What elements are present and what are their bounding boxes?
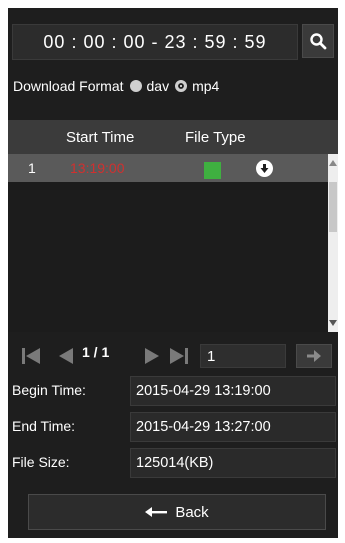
file-type-indicator bbox=[204, 162, 221, 179]
file-list: 1 13:19:00 bbox=[8, 154, 328, 332]
scroll-thumb[interactable] bbox=[329, 182, 337, 232]
end-time-label: End Time: bbox=[12, 418, 76, 434]
time-range-field[interactable]: 00 : 00 : 00 - 23 : 59 : 59 bbox=[12, 24, 298, 60]
dav-label: dav bbox=[146, 78, 170, 94]
file-table-header: Start Time File Type bbox=[8, 120, 338, 154]
first-page-icon[interactable] bbox=[20, 347, 42, 365]
row-start-time: 13:19:00 bbox=[70, 160, 125, 176]
last-page-icon[interactable] bbox=[168, 347, 190, 365]
back-button-label: Back bbox=[175, 503, 209, 521]
pagination: 1 / 1 1 bbox=[8, 338, 338, 372]
page-indicator: 1 / 1 bbox=[82, 344, 110, 360]
time-range-text: 00 : 00 : 00 - 23 : 59 : 59 bbox=[43, 31, 267, 52]
start-time-column-header: Start Time bbox=[66, 128, 135, 146]
list-scrollbar[interactable] bbox=[328, 154, 338, 332]
download-format-label: Download Format bbox=[13, 78, 124, 94]
begin-time-label: Begin Time: bbox=[12, 382, 86, 398]
row-index: 1 bbox=[28, 160, 36, 176]
download-format-row: Download Format dav mp4 bbox=[13, 76, 219, 96]
search-button[interactable] bbox=[302, 24, 334, 58]
page-number-input[interactable]: 1 bbox=[200, 344, 286, 368]
mp4-label: mp4 bbox=[192, 78, 220, 94]
mp4-radio[interactable] bbox=[175, 80, 188, 92]
playback-download-panel: 00 : 00 : 00 - 23 : 59 : 59 Download For… bbox=[8, 8, 338, 538]
go-to-page-button[interactable] bbox=[296, 344, 332, 368]
download-icon[interactable] bbox=[256, 160, 273, 177]
dav-radio[interactable] bbox=[129, 80, 142, 92]
scroll-down-arrow-icon[interactable] bbox=[329, 318, 337, 328]
begin-time-value: 2015-04-29 13:19:00 bbox=[130, 376, 336, 406]
back-button[interactable]: Back bbox=[28, 494, 326, 530]
end-time-row: End Time: 2015-04-29 13:27:00 bbox=[8, 410, 338, 444]
file-size-row: File Size: 125014(KB) bbox=[8, 446, 338, 480]
begin-time-row: Begin Time: 2015-04-29 13:19:00 bbox=[8, 374, 338, 408]
arrow-right-icon bbox=[307, 350, 321, 362]
table-row[interactable]: 1 13:19:00 bbox=[8, 154, 328, 182]
back-arrow-icon bbox=[145, 507, 168, 517]
file-type-column-header: File Type bbox=[185, 128, 246, 146]
previous-page-icon[interactable] bbox=[58, 347, 74, 365]
search-icon bbox=[310, 33, 327, 50]
end-time-value: 2015-04-29 13:27:00 bbox=[130, 412, 336, 442]
file-size-value: 125014(KB) bbox=[130, 448, 336, 478]
next-page-icon[interactable] bbox=[144, 347, 160, 365]
file-size-label: File Size: bbox=[12, 454, 70, 470]
scroll-up-arrow-icon[interactable] bbox=[329, 158, 337, 168]
